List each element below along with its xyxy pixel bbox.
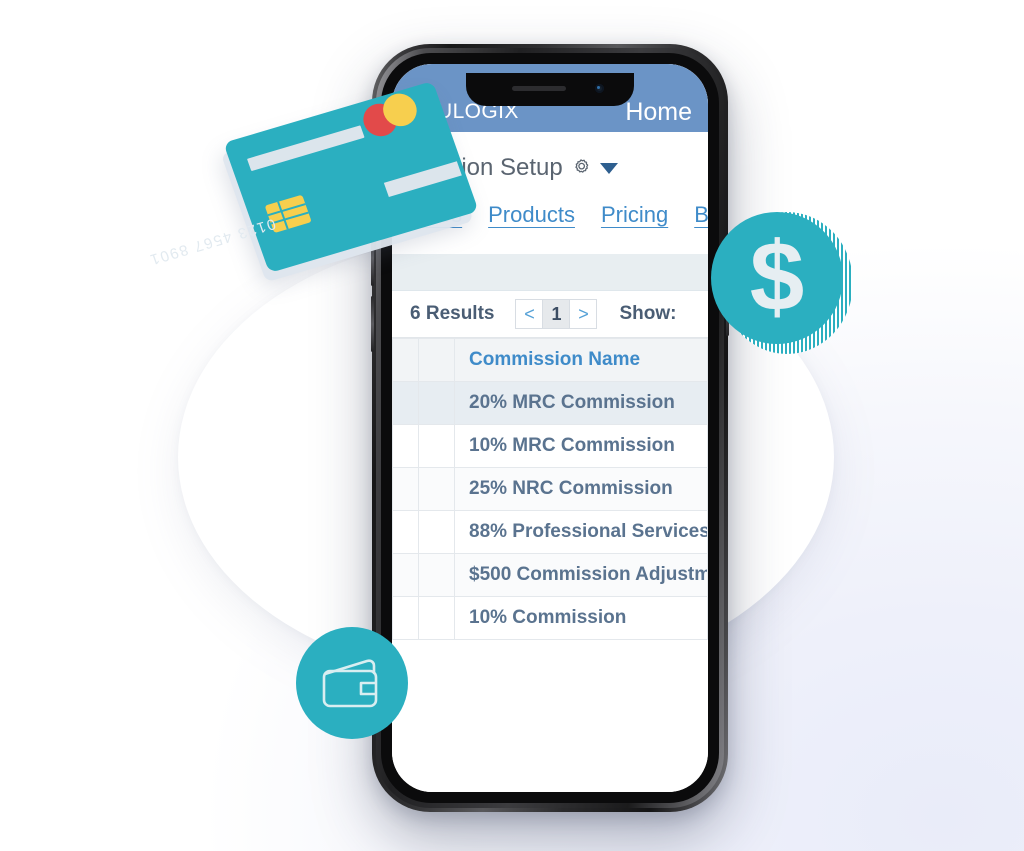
dollar-coin-icon: $ xyxy=(711,212,853,354)
table-row[interactable]: 88% Professional Services Co xyxy=(392,510,708,554)
dollar-sign: $ xyxy=(749,221,805,331)
table-row[interactable]: $500 Commission Adjustmen xyxy=(392,553,708,597)
pagination: < 1 > xyxy=(515,299,598,329)
phone-notch xyxy=(466,73,634,106)
row-select-cell[interactable] xyxy=(392,596,419,640)
row-actions-cell[interactable] xyxy=(418,424,455,468)
card-stripe-bottom xyxy=(383,161,462,198)
table-row[interactable]: 20% MRC Commission xyxy=(392,381,708,425)
row-actions-cell[interactable] xyxy=(418,381,455,425)
gear-icon[interactable] xyxy=(570,157,592,179)
cell-commission-name: 25% NRC Commission xyxy=(454,467,708,511)
column-header-actions[interactable] xyxy=(418,338,455,382)
grid-toolbar xyxy=(392,254,708,291)
row-select-cell[interactable] xyxy=(392,467,419,511)
table-row[interactable]: 25% NRC Commission xyxy=(392,467,708,511)
cell-commission-name: 10% MRC Commission xyxy=(454,424,708,468)
wallet-icon xyxy=(296,627,408,739)
row-select-cell[interactable] xyxy=(392,553,419,597)
pagination-prev-button[interactable]: < xyxy=(515,299,544,329)
tab-bundles[interactable]: Bu xyxy=(694,202,708,228)
column-header-commission-name[interactable]: Commission Name xyxy=(454,338,708,382)
column-header-select[interactable] xyxy=(392,338,419,382)
cell-commission-name: 20% MRC Commission xyxy=(454,381,708,425)
card-number: 0123 4567 8901 xyxy=(146,214,278,269)
chevron-down-icon[interactable] xyxy=(599,162,618,174)
table-row[interactable]: 10% MRC Commission xyxy=(392,424,708,468)
earpiece-speaker-icon xyxy=(512,86,566,91)
pagination-next-button[interactable]: > xyxy=(569,299,598,329)
cell-commission-name: 88% Professional Services Co xyxy=(454,510,708,554)
row-select-cell[interactable] xyxy=(392,381,419,425)
nav-home-link[interactable]: Home xyxy=(625,100,692,125)
commission-table: Commission Name 20% MRC Commission 10% M… xyxy=(392,338,708,640)
show-label: Show: xyxy=(619,303,677,324)
row-select-cell[interactable] xyxy=(392,510,419,554)
coin-face: $ xyxy=(711,212,843,344)
results-bar: 6 Results < 1 > Show: xyxy=(392,291,708,338)
table-header-row: Commission Name xyxy=(392,338,708,382)
row-actions-cell[interactable] xyxy=(418,596,455,640)
cell-commission-name: $500 Commission Adjustmen xyxy=(454,553,708,597)
row-actions-cell[interactable] xyxy=(418,510,455,554)
front-camera-icon xyxy=(595,84,604,93)
card-stripe-top xyxy=(246,125,365,172)
tab-products[interactable]: Products xyxy=(488,202,575,228)
table-row[interactable]: 10% Commission xyxy=(392,596,708,640)
row-actions-cell[interactable] xyxy=(418,467,455,511)
row-actions-cell[interactable] xyxy=(418,553,455,597)
cell-commission-name: 10% Commission xyxy=(454,596,708,640)
row-select-cell[interactable] xyxy=(392,424,419,468)
results-count: 6 Results xyxy=(410,303,495,324)
tab-pricing[interactable]: Pricing xyxy=(601,202,668,228)
pagination-page-1[interactable]: 1 xyxy=(542,299,571,329)
phone-volume-down-button[interactable] xyxy=(371,296,374,352)
scene-canvas: ULOGIX Home mission Setup Products Prici… xyxy=(0,0,1024,851)
